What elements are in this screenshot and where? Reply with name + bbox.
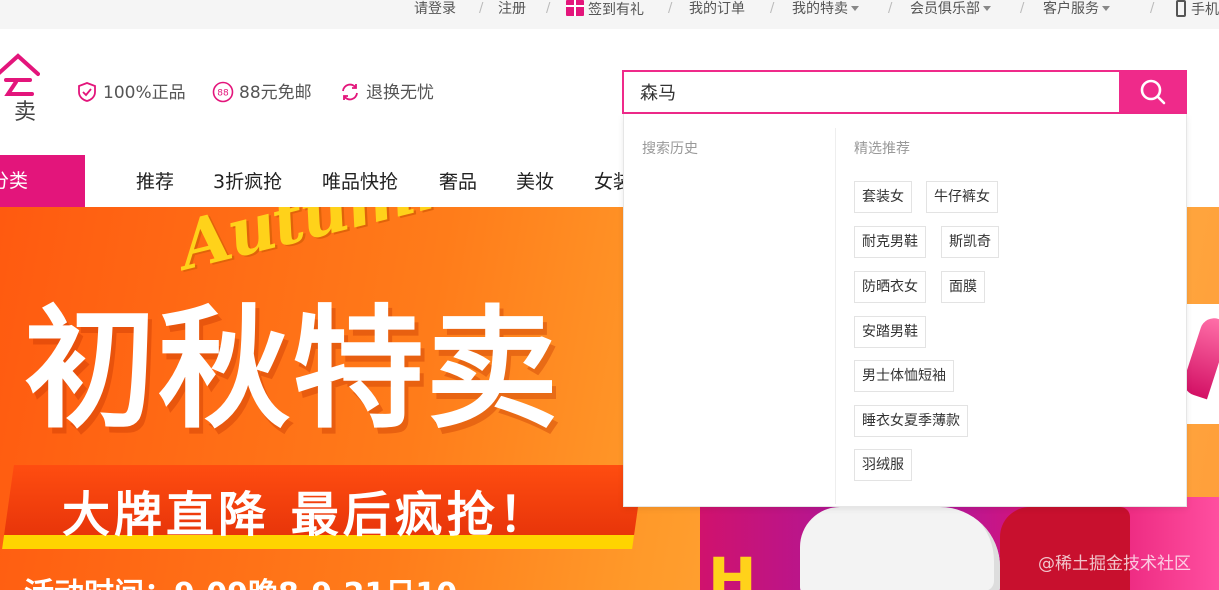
chevron-down-icon (1102, 5, 1110, 11)
top-utility-bar: 请登录 / 注册 / 签到有礼 / 我的订单 / 我的特卖 / 会员俱乐部 / … (0, 0, 1219, 29)
signin-gift-label: 签到有礼 (588, 2, 644, 18)
promise-label: 88元免邮 (239, 83, 312, 103)
recommend-tag[interactable]: 安踏男鞋 (854, 316, 926, 348)
recommend-tag[interactable]: 羽绒服 (854, 449, 912, 481)
separator: / (1150, 1, 1155, 16)
promise-label: 退换无忧 (366, 83, 434, 103)
chevron-down-icon (851, 5, 859, 11)
separator: / (479, 1, 484, 16)
recommend-tag[interactable]: 套装女 (854, 181, 912, 213)
dropdown-divider (835, 128, 836, 504)
recommend-tag[interactable]: 耐克男鞋 (854, 226, 926, 258)
mobile-label: 手机 (1191, 2, 1219, 18)
separator: / (1020, 1, 1025, 16)
promise-free-shipping: 88 88元免邮 (212, 80, 312, 106)
banner-script-text: Autumn (171, 207, 466, 285)
my-sale-menu[interactable]: 我的特卖 (792, 0, 859, 20)
search-suggestion-dropdown: 搜索历史 精选推荐 套装女 牛仔裤女 耐克男鞋 斯凯奇 防晒衣女 面膜 安踏男鞋… (623, 114, 1187, 507)
mobile-link[interactable]: 手机 (1176, 0, 1219, 20)
badge-88-text: 88 (217, 89, 229, 99)
my-sale-label: 我的特卖 (792, 1, 848, 17)
recommend-tag[interactable]: 防晒衣女 (854, 271, 926, 303)
gift-icon (566, 0, 584, 16)
nav-item-luxury[interactable]: 奢品 (439, 169, 477, 195)
banner-subline: 大牌直降 最后疯抢！ (62, 487, 551, 543)
login-link[interactable]: 请登录 (414, 0, 456, 20)
register-link[interactable]: 注册 (498, 0, 526, 20)
my-orders-link[interactable]: 我的订单 (689, 0, 745, 20)
customer-service-menu[interactable]: 客户服务 (1043, 0, 1110, 20)
category-label: 分类 (0, 170, 29, 192)
logo-text: 卖 (14, 100, 37, 125)
nav-item-beauty[interactable]: 美妆 (516, 169, 554, 195)
search-history-title: 搜索历史 (642, 141, 698, 157)
nav-item-recommend[interactable]: 推荐 (136, 169, 174, 195)
separator: / (668, 1, 673, 16)
banner-deco-letter: H (708, 545, 757, 590)
separator: / (888, 1, 893, 16)
recommend-tag[interactable]: 斯凯奇 (941, 226, 999, 258)
search-box (622, 70, 1121, 114)
search-icon (1140, 79, 1166, 105)
signin-gift-link[interactable]: 签到有礼 (566, 0, 644, 20)
all-categories-button[interactable]: 分类 (0, 155, 85, 208)
recommend-tag[interactable]: 男士体恤短袖 (854, 360, 954, 392)
promise-label: 100%正品 (103, 83, 186, 103)
banner-headline: 初秋特卖 (24, 293, 560, 447)
member-club-label: 会员俱乐部 (910, 1, 980, 17)
recommend-tag[interactable]: 睡衣女夏季薄款 (854, 405, 968, 437)
watermark: @稀土掘金技术社区 (1038, 554, 1191, 574)
search-button[interactable] (1119, 70, 1187, 114)
recommend-tag[interactable]: 面膜 (941, 271, 985, 303)
separator: / (770, 1, 775, 16)
phone-icon (1176, 0, 1186, 17)
recommend-tag[interactable]: 牛仔裤女 (926, 181, 998, 213)
nav-item-30-off[interactable]: 3折疯抢 (213, 169, 282, 195)
banner-dateline: 活动时间：9.09晚8-9.21日10 (24, 569, 457, 590)
badge-88-icon: 88 (212, 81, 234, 103)
logo-icon (0, 53, 40, 96)
separator: / (546, 1, 551, 16)
promise-easy-return: 退换无忧 (339, 80, 434, 106)
chevron-down-icon (983, 5, 991, 11)
refresh-icon (342, 83, 358, 101)
logo-mark[interactable] (0, 52, 40, 96)
search-input[interactable] (624, 72, 1119, 112)
recommend-title: 精选推荐 (854, 141, 910, 157)
sneaker-image (800, 507, 1000, 590)
shield-check-icon (78, 82, 96, 102)
member-club-menu[interactable]: 会员俱乐部 (910, 0, 991, 20)
customer-service-label: 客户服务 (1043, 1, 1099, 17)
nav-item-flash-sale[interactable]: 唯品快抢 (322, 169, 398, 195)
promise-authentic: 100%正品 (76, 80, 186, 106)
